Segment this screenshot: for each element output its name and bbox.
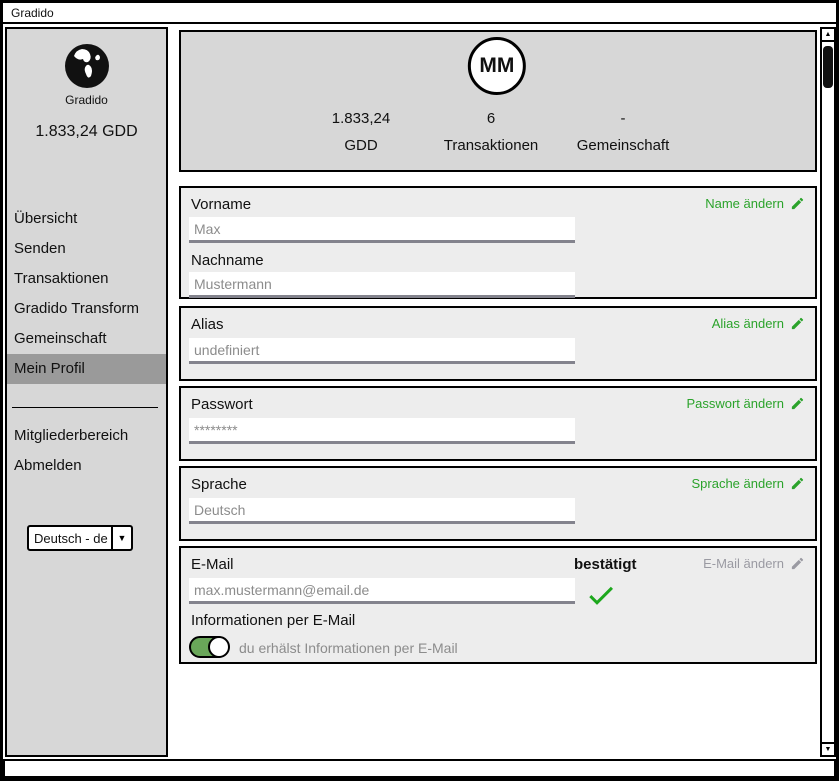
change-email-button[interactable]: E-Mail ändern	[703, 556, 805, 571]
profile-header-panel: MM 1.833,24 GDD 6 Transaktionen - Gemein…	[179, 30, 817, 172]
sidebar: Gradido 1.833,24 GDD Übersicht Senden Tr…	[5, 27, 168, 757]
vertical-scrollbar[interactable]: ▲ ▼	[820, 27, 836, 757]
change-language-label: Sprache ändern	[691, 476, 784, 491]
alias-label: Alias	[191, 316, 224, 333]
first-name-label: Vorname	[191, 196, 251, 213]
change-name-label: Name ändern	[705, 196, 784, 211]
name-card: Vorname Nachname Name ändern	[179, 186, 817, 299]
change-alias-button[interactable]: Alias ändern	[712, 316, 805, 331]
horizontal-scrollbar[interactable]	[3, 759, 836, 778]
change-language-button[interactable]: Sprache ändern	[691, 476, 805, 491]
stat-transaktionen-value: 6	[426, 110, 556, 127]
sidebar-menu: Übersicht Senden Transaktionen Gradido T…	[7, 204, 166, 384]
edit-icon	[790, 196, 805, 211]
stat-gdd-value: 1.833,24	[296, 110, 426, 127]
language-label: Sprache	[191, 476, 247, 493]
first-name-input[interactable]	[189, 217, 575, 243]
sidebar-logo-label: Gradido	[7, 93, 166, 107]
stat-transaktionen-label: Transaktionen	[426, 137, 556, 154]
email-notifications-label: Informationen per E-Mail	[191, 612, 355, 629]
language-input[interactable]	[189, 498, 575, 524]
last-name-label: Nachname	[191, 252, 264, 269]
language-dropdown[interactable]: Deutsch - de ▼	[27, 525, 133, 551]
scrollbar-thumb[interactable]	[823, 46, 833, 88]
sidebar-item-gemeinschaft[interactable]: Gemeinschaft	[7, 324, 166, 354]
edit-icon	[790, 316, 805, 331]
sidebar-item-mein-profil[interactable]: Mein Profil	[7, 354, 166, 384]
scroll-up-icon[interactable]: ▲	[822, 29, 834, 42]
alias-input[interactable]	[189, 338, 575, 364]
change-email-label: E-Mail ändern	[703, 556, 784, 571]
email-notifications-toggle[interactable]	[189, 636, 229, 658]
sidebar-item-senden[interactable]: Senden	[7, 234, 166, 264]
window-title: Gradido	[11, 6, 54, 20]
email-card: E-Mail bestätigt E-Mail ändern Informati…	[179, 546, 817, 664]
avatar: MM	[468, 37, 526, 95]
last-name-input[interactable]	[189, 272, 575, 298]
language-dropdown-value: Deutsch - de	[29, 527, 111, 549]
change-alias-label: Alias ändern	[712, 316, 784, 331]
scroll-down-icon[interactable]: ▼	[822, 742, 834, 755]
language-card: Sprache Sprache ändern	[179, 466, 817, 541]
chevron-down-icon[interactable]: ▼	[111, 527, 131, 549]
alias-card: Alias Alias ändern	[179, 306, 817, 381]
edit-icon	[790, 476, 805, 491]
email-notifications-hint: du erhälst Informationen per E-Mail	[239, 640, 458, 656]
sidebar-item-abmelden[interactable]: Abmelden	[7, 451, 166, 481]
stat-transaktionen: 6 Transaktionen	[426, 110, 556, 154]
change-password-label: Passwort ändern	[686, 396, 784, 411]
password-label: Passwort	[191, 396, 253, 413]
password-card: Passwort Passwort ändern	[179, 386, 817, 461]
email-label: E-Mail	[191, 556, 234, 573]
stat-gdd: 1.833,24 GDD	[296, 110, 426, 154]
sidebar-divider	[12, 407, 158, 408]
stat-gdd-label: GDD	[296, 137, 426, 154]
edit-icon	[790, 396, 805, 411]
sidebar-item-mitgliederbereich[interactable]: Mitgliederbereich	[7, 421, 166, 451]
stat-gemeinschaft-value: -	[558, 110, 688, 127]
email-status-label: bestätigt	[574, 556, 637, 573]
balance-amount: 1.833,24 GDD	[7, 123, 166, 141]
stat-gemeinschaft: - Gemeinschaft	[558, 110, 688, 154]
sidebar-item-gradido-transform[interactable]: Gradido Transform	[7, 294, 166, 324]
app-window: Gradido Gradido 1.833,24 GDD Übersicht S…	[0, 0, 839, 781]
email-input[interactable]	[189, 578, 575, 604]
change-name-button[interactable]: Name ändern	[705, 196, 805, 211]
sidebar-footer-menu: Mitgliederbereich Abmelden	[7, 421, 166, 481]
change-password-button[interactable]: Passwort ändern	[686, 396, 805, 411]
password-input[interactable]	[189, 418, 575, 444]
toggle-knob	[208, 636, 230, 658]
sidebar-item-transaktionen[interactable]: Transaktionen	[7, 264, 166, 294]
check-icon	[585, 579, 617, 611]
stat-gemeinschaft-label: Gemeinschaft	[558, 137, 688, 154]
title-bar: Gradido	[3, 3, 836, 24]
edit-icon	[790, 556, 805, 571]
avatar-initials: MM	[479, 54, 514, 78]
globe-icon	[63, 42, 111, 90]
sidebar-item-uebersicht[interactable]: Übersicht	[7, 204, 166, 234]
